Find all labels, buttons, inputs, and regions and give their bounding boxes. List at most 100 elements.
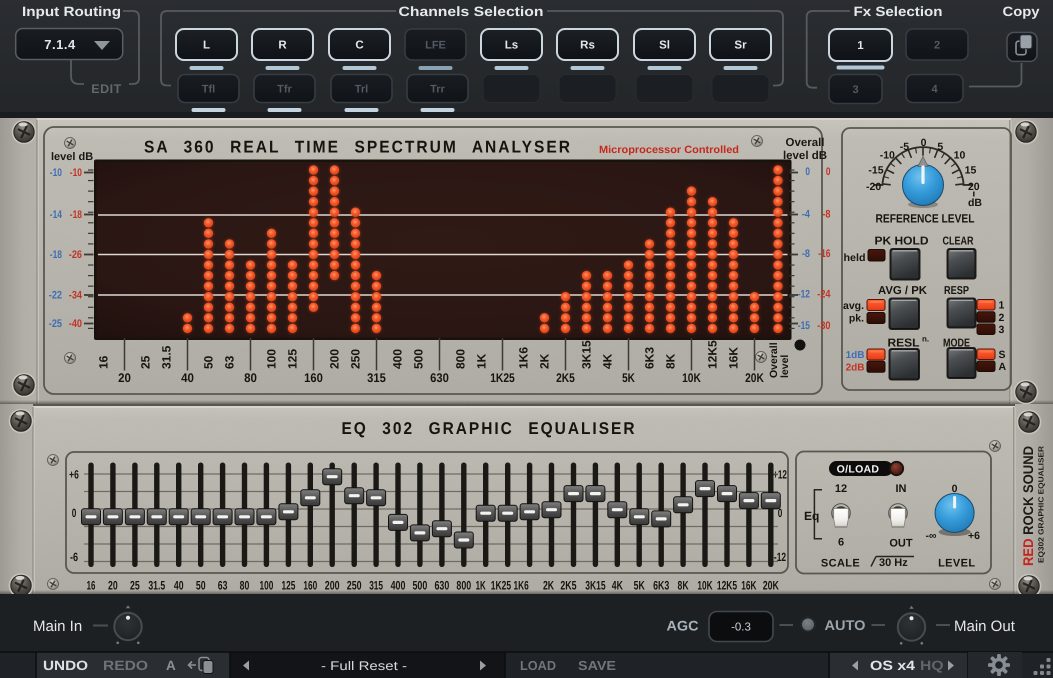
svg-text:A: A (999, 361, 1007, 373)
svg-text:20K: 20K (763, 579, 779, 593)
svg-text:-15: -15 (798, 320, 810, 332)
svg-text:EDIT: EDIT (91, 82, 121, 96)
svg-text:125: 125 (286, 349, 300, 369)
svg-text:30 Hz: 30 Hz (879, 557, 908, 569)
svg-text:PK HOLD: PK HOLD (875, 236, 929, 248)
svg-text:Copy: Copy (1003, 4, 1041, 19)
svg-text:0: 0 (805, 166, 810, 178)
svg-text:C: C (355, 40, 363, 52)
svg-text:REFERENCE LEVEL: REFERENCE LEVEL (876, 212, 975, 226)
svg-text:Input Routing: Input Routing (22, 4, 121, 19)
svg-text:O/LOAD: O/LOAD (837, 464, 880, 476)
svg-text:200: 200 (328, 349, 342, 369)
svg-text:31.5: 31.5 (160, 345, 174, 369)
svg-text:3: 3 (999, 324, 1005, 336)
svg-text:-8: -8 (822, 208, 830, 220)
svg-text:level: level (779, 355, 791, 378)
svg-text:REDO: REDO (103, 658, 148, 673)
svg-text:Eq: Eq (804, 509, 819, 523)
svg-text:12K5: 12K5 (706, 340, 720, 369)
svg-text:400: 400 (391, 349, 405, 369)
svg-text:160: 160 (303, 579, 317, 593)
svg-text:2K5: 2K5 (556, 371, 575, 385)
svg-text:250: 250 (347, 579, 362, 593)
svg-text:1K25: 1K25 (491, 579, 511, 593)
svg-text:630: 630 (430, 371, 449, 385)
svg-text:RESP: RESP (944, 285, 969, 297)
svg-text:Tfr: Tfr (277, 84, 292, 96)
svg-text:R: R (278, 40, 287, 52)
svg-text:-22: -22 (49, 290, 62, 302)
svg-text:40: 40 (174, 579, 184, 593)
svg-text:1K: 1K (475, 353, 489, 369)
svg-text:-6: -6 (70, 550, 78, 564)
svg-text:16K: 16K (727, 347, 741, 369)
svg-text:+12: +12 (773, 468, 787, 482)
svg-text:Channels Selection: Channels Selection (399, 4, 544, 19)
svg-text:3: 3 (852, 84, 858, 96)
svg-text:Rs: Rs (580, 40, 595, 52)
svg-text:10: 10 (954, 150, 966, 162)
svg-text:1dB: 1dB (846, 350, 865, 361)
svg-text:31.5: 31.5 (148, 579, 165, 593)
svg-text:dB: dB (968, 197, 982, 209)
svg-text:5K: 5K (622, 371, 635, 385)
svg-text:100: 100 (260, 579, 274, 593)
svg-text:-∞: -∞ (926, 530, 937, 542)
svg-text:2: 2 (999, 312, 1005, 324)
svg-text:CLEAR: CLEAR (943, 236, 975, 248)
svg-text:LOAD: LOAD (520, 658, 556, 673)
svg-text:1K25: 1K25 (490, 371, 515, 385)
svg-text:630: 630 (435, 579, 450, 593)
svg-text:25: 25 (139, 355, 153, 369)
svg-text:500: 500 (412, 349, 426, 369)
svg-text:-30: -30 (817, 320, 830, 332)
svg-text:4K: 4K (612, 579, 623, 593)
svg-text:pk.: pk. (849, 313, 864, 325)
svg-text:20K: 20K (745, 371, 764, 385)
svg-text:-40: -40 (69, 318, 82, 330)
svg-text:AUTO: AUTO (825, 617, 866, 633)
svg-text:5K: 5K (634, 579, 645, 593)
svg-text:avg.: avg. (843, 300, 864, 312)
svg-text:3K15: 3K15 (580, 340, 594, 369)
svg-text:15: 15 (965, 165, 977, 177)
svg-text:Trl: Trl (355, 84, 368, 96)
svg-text:-16: -16 (818, 248, 830, 260)
svg-text:LEVEL: LEVEL (938, 558, 975, 570)
svg-text:63: 63 (223, 355, 237, 369)
svg-text:UNDO: UNDO (43, 658, 88, 673)
svg-text:RESL: RESL (888, 338, 920, 350)
svg-text:AVG / PK: AVG / PK (878, 285, 928, 297)
svg-text:1: 1 (999, 300, 1005, 312)
svg-text:50: 50 (196, 579, 206, 593)
svg-text:16: 16 (87, 579, 96, 593)
svg-text:-12: -12 (798, 289, 810, 301)
svg-text:12K5: 12K5 (717, 579, 737, 593)
svg-text:S: S (999, 349, 1006, 361)
svg-text:Main Out: Main Out (954, 618, 1016, 635)
svg-text:L: L (203, 40, 210, 52)
svg-text:160: 160 (304, 371, 323, 385)
svg-text:0: 0 (921, 137, 927, 149)
svg-text:+6: +6 (69, 468, 79, 482)
svg-text:-24: -24 (817, 289, 831, 301)
svg-text:OUT: OUT (889, 537, 913, 549)
svg-text:-18: -18 (50, 249, 62, 261)
svg-text:RED ROCK SOUND: RED ROCK SOUND (1020, 446, 1036, 566)
svg-text:-4: -4 (802, 208, 811, 220)
svg-text:100: 100 (265, 349, 279, 369)
svg-text:8K: 8K (664, 353, 678, 369)
svg-text:20: 20 (108, 579, 118, 593)
svg-text:250: 250 (349, 349, 363, 369)
svg-text:-10: -10 (50, 167, 62, 179)
svg-text:+6: +6 (968, 530, 980, 542)
svg-text:OS x4: OS x4 (870, 658, 916, 673)
svg-text:-14: -14 (50, 209, 63, 221)
svg-text:A: A (166, 658, 176, 673)
svg-text:400: 400 (391, 579, 406, 593)
svg-text:-0.3: -0.3 (731, 622, 751, 634)
svg-text:7.1.4: 7.1.4 (44, 37, 76, 52)
svg-text:Sl: Sl (659, 40, 670, 52)
svg-text:25: 25 (130, 579, 140, 593)
